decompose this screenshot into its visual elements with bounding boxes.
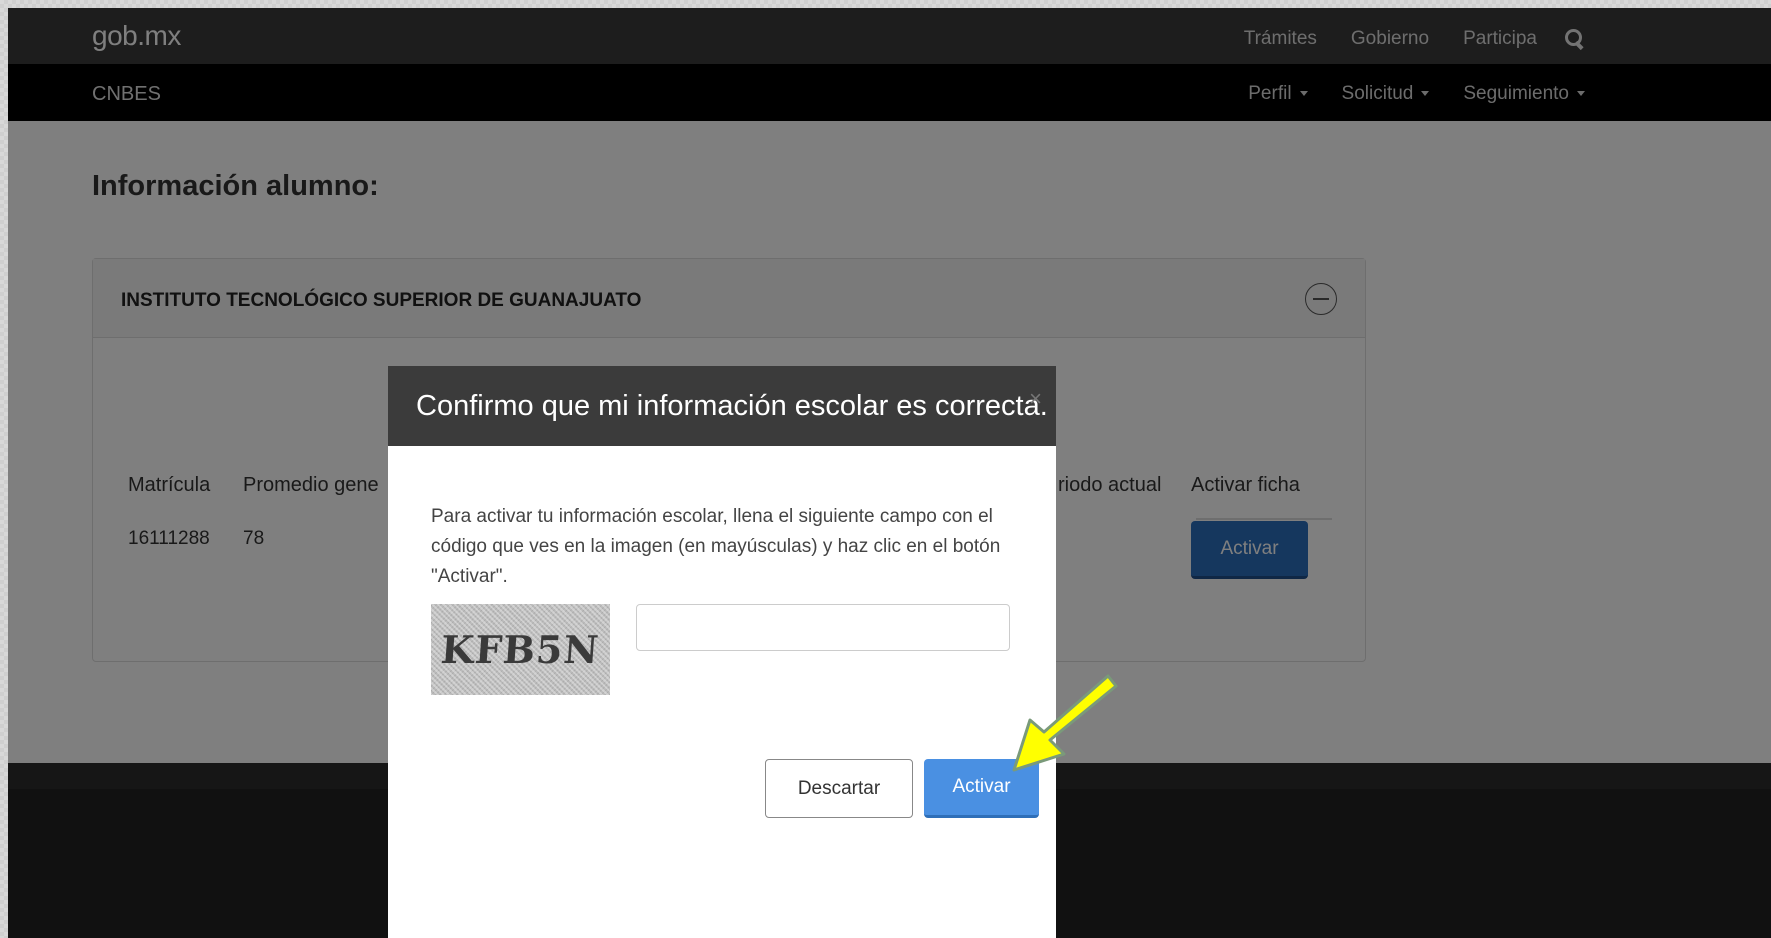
close-icon[interactable]: × [1029,388,1042,410]
confirm-modal: Confirmo que mi información escolar es c… [388,366,1056,938]
modal-title: Confirmo que mi información escolar es c… [416,390,1048,422]
captcha-input[interactable] [636,604,1010,651]
activate-button[interactable]: Activar [924,759,1039,818]
browser-page: gob.mx Trámites Gobierno Participa CNBES… [8,8,1771,938]
captcha-text: KFB5N [439,627,602,672]
captcha-image: KFB5N [431,604,610,695]
modal-header: Confirmo que mi información escolar es c… [388,366,1056,446]
discard-button[interactable]: Descartar [765,759,913,818]
modal-instructions: Para activar tu información escolar, lle… [431,506,1001,587]
